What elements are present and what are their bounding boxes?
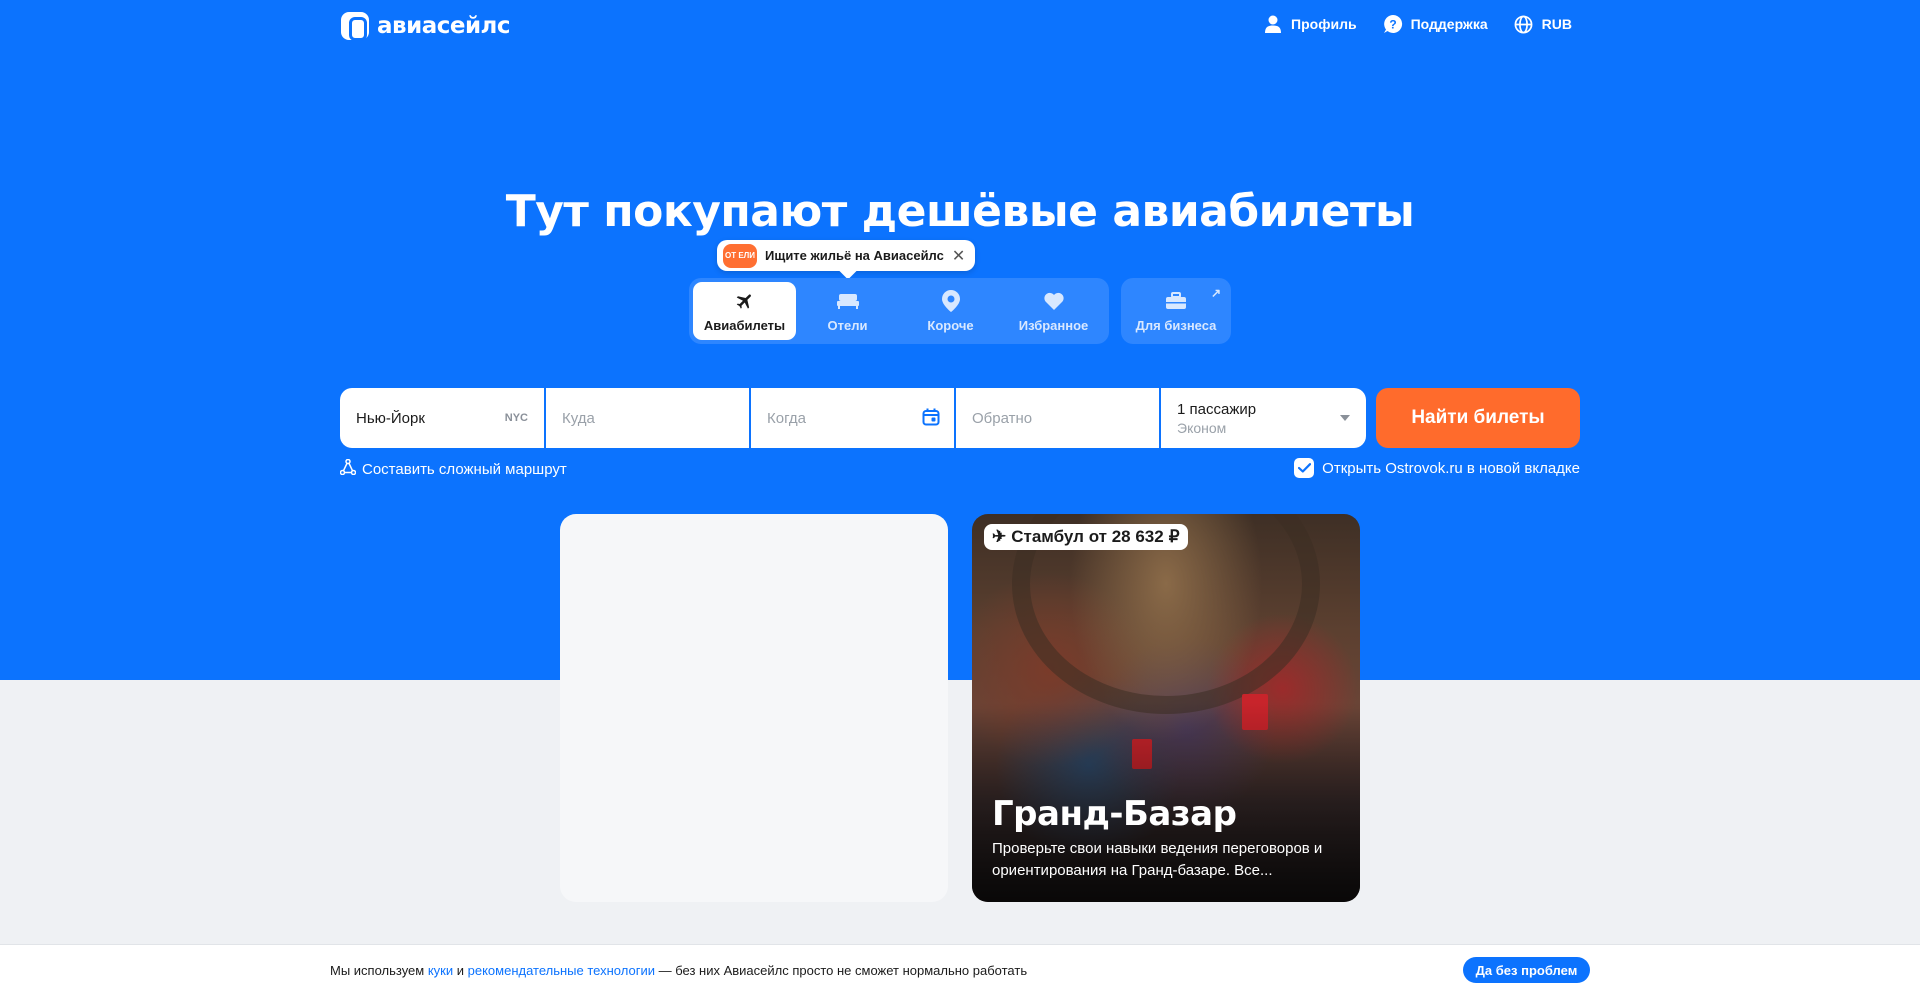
ostrovok-checkbox[interactable] [1294, 458, 1315, 478]
support-label: Поддержка [1410, 16, 1488, 32]
return-date-input[interactable] [972, 409, 1143, 427]
logo-text: авиасейлс [377, 13, 511, 39]
open-ostrovok-label: Открыть Ostrovok.ru в новой вкладке [1322, 459, 1580, 477]
svg-text:?: ? [1389, 18, 1396, 32]
briefcase-icon [1165, 290, 1187, 312]
promo-card[interactable]: ✈ Стамбул от 28 632 ₽ Гранд-Базар Провер… [972, 514, 1360, 902]
ostrovok-badge: ОТ ЕЛИ [723, 243, 757, 268]
depart-date-field[interactable] [751, 388, 954, 448]
cabin-class: Эконом [1177, 419, 1227, 436]
return-date-field[interactable] [956, 388, 1159, 448]
globe-icon [1514, 14, 1534, 34]
tab-shorts-label: Короче [927, 317, 974, 333]
user-icon [1263, 14, 1283, 34]
profile-link[interactable]: Профиль [1263, 14, 1357, 34]
cookie-text: Мы используем куки и рекомендательные те… [330, 963, 1027, 978]
tab-shorts[interactable]: Короче [899, 282, 1002, 340]
external-link-icon: ↗ [1210, 286, 1221, 300]
pin-icon [940, 289, 962, 312]
support-link[interactable]: ? Поддержка [1383, 14, 1488, 34]
depart-date-input[interactable] [767, 409, 938, 427]
service-tabs: Авиабилеты Отели Короче Избранное [689, 278, 1109, 344]
header-nav: Профиль ? Поддержка RUB [1263, 14, 1572, 34]
search-form: NYC 1 пассажир Эконом Найти билеты [340, 388, 1580, 448]
calendar-icon[interactable] [922, 408, 940, 430]
cookies-link[interactable]: куки [428, 963, 453, 978]
ruble-icon: ₽ [1168, 527, 1180, 546]
tab-flights[interactable]: Авиабилеты [693, 282, 796, 340]
plane-icon [734, 290, 756, 312]
destination-field[interactable] [546, 388, 749, 448]
heart-icon [1043, 290, 1065, 312]
price-label: Стамбул от 28 632 [1011, 527, 1164, 546]
origin-iata: NYC [504, 412, 528, 424]
promo-title: Гранд-Базар [992, 794, 1237, 834]
cookie-text-after: — без них Авиасейлс просто не сможет нор… [654, 963, 1028, 978]
route-icon [339, 458, 357, 479]
passengers-count: 1 пассажир [1177, 400, 1257, 418]
plane-icon: ✈ [992, 527, 1007, 546]
passengers-selector[interactable]: 1 пассажир Эконом [1161, 388, 1366, 448]
tab-business[interactable]: ↗ Для бизнеса [1121, 278, 1231, 344]
placeholder-card [560, 514, 948, 902]
cookie-text-and: и [453, 963, 468, 978]
hotels-tooltip: ОТ ЕЛИ Ищите жильё на Авиасейлс ✕ [717, 240, 976, 271]
origin-input[interactable] [356, 409, 528, 427]
accept-cookies-button[interactable]: Да без проблем [1463, 957, 1590, 983]
origin-field[interactable]: NYC [340, 388, 544, 448]
cookie-banner: Мы используем куки и рекомендательные те… [0, 944, 1920, 993]
find-tickets-button[interactable]: Найти билеты [1376, 388, 1580, 448]
tab-favorites[interactable]: Избранное [1002, 282, 1105, 340]
open-ostrovok-option[interactable]: Открыть Ostrovok.ru в новой вкладке [1294, 458, 1580, 478]
tab-hotels-label: Отели [827, 317, 868, 333]
chevron-down-icon [1340, 415, 1350, 421]
bed-icon [836, 290, 859, 312]
tab-favorites-label: Избранное [1018, 317, 1089, 333]
logo-icon [341, 12, 369, 41]
tooltip-text: Ищите жильё на Авиасейлс [765, 248, 944, 263]
close-icon[interactable]: ✕ [952, 246, 965, 266]
help-icon: ? [1383, 14, 1403, 34]
currency-label: RUB [1541, 16, 1572, 32]
profile-label: Профиль [1291, 16, 1357, 32]
page-title: Тут покупают дешёвые авиабилеты [505, 186, 1415, 237]
complex-route-label: Составить сложный маршрут [362, 460, 567, 478]
cookie-text-before: Мы используем [330, 963, 428, 978]
complex-route-link[interactable]: Составить сложный маршрут [339, 458, 567, 479]
promo-description: Проверьте свои навыки ведения переговоро… [992, 840, 1323, 879]
currency-selector[interactable]: RUB [1514, 14, 1572, 34]
price-badge: ✈ Стамбул от 28 632 ₽ [984, 524, 1188, 550]
tab-business-label: Для бизнеса [1135, 317, 1217, 333]
tab-flights-label: Авиабилеты [703, 317, 786, 333]
logo[interactable]: авиасейлс [341, 12, 511, 41]
recommendation-tech-link[interactable]: рекомендательные технологии [468, 963, 655, 978]
destination-input[interactable] [562, 409, 733, 427]
tab-hotels[interactable]: Отели [796, 282, 899, 340]
